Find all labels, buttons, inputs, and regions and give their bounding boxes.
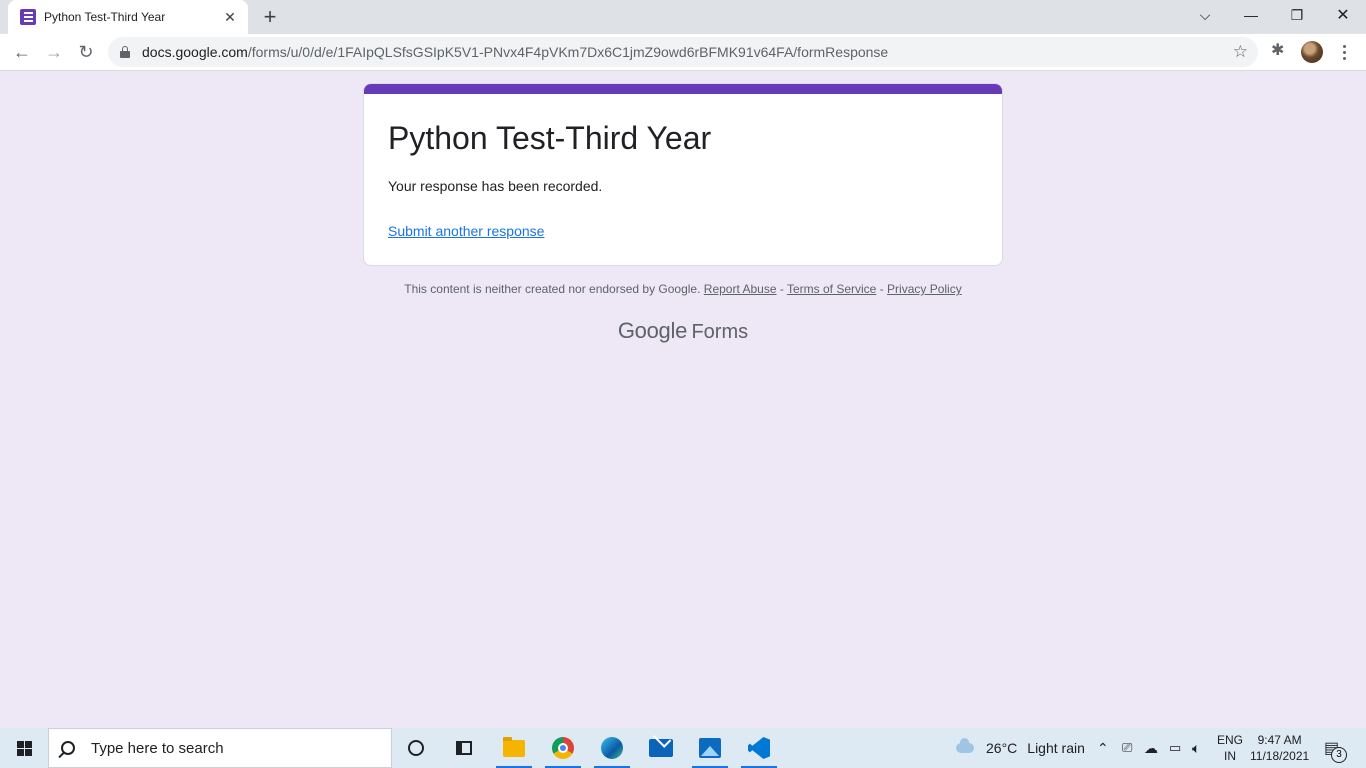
brand-forms: Forms <box>691 321 749 343</box>
privacy-policy-link[interactable]: Privacy Policy <box>887 282 962 296</box>
disclaimer-text: This content is neither created nor endo… <box>404 282 701 296</box>
task-view-icon <box>456 741 472 755</box>
forward-arrow-icon[interactable]: → <box>40 38 68 66</box>
browser-tab-active[interactable]: Python Test-Third Year ✕ <box>8 0 248 34</box>
report-abuse-link[interactable]: Report Abuse <box>704 282 777 296</box>
lang-secondary: IN <box>1224 749 1236 763</box>
clock-time: 9:47 AM <box>1257 733 1302 747</box>
search-icon <box>61 741 75 755</box>
task-view-button[interactable] <box>444 728 484 768</box>
url-text[interactable]: docs.google.com/forms/u/0/d/e/1FAIpQLSfs… <box>142 44 888 60</box>
windows-taskbar: Type here to search 26°C Light rain ⌃ ⎚ … <box>0 728 1366 768</box>
google-forms-icon <box>20 9 36 25</box>
edge-icon <box>601 737 623 759</box>
chrome-button[interactable] <box>543 728 583 768</box>
meet-now-icon[interactable]: ⎚ <box>1122 728 1132 768</box>
response-card: Python Test-Third Year Your response has… <box>363 83 1003 266</box>
rain-cloud-icon <box>956 738 974 753</box>
file-explorer-button[interactable] <box>494 728 534 768</box>
url-host: docs.google.com <box>142 44 248 60</box>
volume-icon[interactable]: 🔈︎ <box>1192 728 1200 768</box>
form-title: Python Test-Third Year <box>388 120 712 156</box>
google-forms-logo[interactable]: Google Forms <box>363 318 1003 344</box>
cortana-icon <box>408 740 424 756</box>
new-tab-button[interactable]: + <box>258 5 282 29</box>
battery-icon[interactable]: ▭ <box>1169 728 1181 768</box>
card-accent-bar <box>364 84 1002 94</box>
reload-icon[interactable]: ↻ <box>72 38 100 66</box>
photos-icon <box>699 738 721 758</box>
vscode-button[interactable] <box>739 728 779 768</box>
browser-toolbar: ← → ↻ docs.google.com/forms/u/0/d/e/1FAI… <box>0 34 1366 71</box>
taskbar-search-box[interactable]: Type here to search <box>48 728 392 768</box>
photos-button[interactable] <box>690 728 730 768</box>
footer-separator: - <box>879 282 884 296</box>
onedrive-cloud-icon[interactable]: ☁ <box>1144 728 1158 768</box>
tab-title: Python Test-Third Year <box>44 10 166 24</box>
tab-search-chevron-icon[interactable]: ⌵ <box>1182 0 1228 30</box>
minimize-button[interactable]: — <box>1228 0 1274 30</box>
lock-icon[interactable] <box>120 46 130 58</box>
clock[interactable]: 9:47 AM 11/18/2021 <box>1250 728 1309 768</box>
mail-icon <box>649 739 673 757</box>
confirmation-message: Your response has been recorded. <box>388 178 603 194</box>
back-arrow-icon[interactable]: ← <box>8 38 36 66</box>
show-hidden-icons-chevron-icon[interactable]: ⌃ <box>1097 728 1109 768</box>
extensions-puzzle-icon[interactable]: ✱ <box>1271 40 1284 60</box>
lang-primary: ENG <box>1217 733 1244 747</box>
start-button[interactable] <box>0 728 48 768</box>
chrome-icon <box>552 737 574 759</box>
brand-google: Google <box>617 318 688 343</box>
vscode-icon <box>748 737 770 759</box>
search-placeholder: Type here to search <box>91 739 224 757</box>
bookmark-star-icon[interactable]: ☆ <box>1233 42 1248 62</box>
url-path: /forms/u/0/d/e/1FAIpQLSfsGSIpK5V1-PNvx4F… <box>247 44 889 60</box>
edge-button[interactable] <box>592 728 632 768</box>
notification-count-badge: 3 <box>1331 747 1347 763</box>
weather-text: Light rain <box>1027 740 1085 756</box>
footer-disclaimer: This content is neither created nor endo… <box>363 282 1003 296</box>
cortana-button[interactable] <box>396 728 436 768</box>
windows-logo-icon <box>16 740 32 756</box>
clock-date: 11/18/2021 <box>1250 749 1310 763</box>
profile-avatar[interactable] <box>1301 41 1323 63</box>
weather-widget[interactable]: 26°C Light rain <box>956 728 1085 768</box>
close-window-button[interactable]: ✕ <box>1320 0 1366 30</box>
tab-close-icon[interactable]: ✕ <box>222 9 238 25</box>
input-language-indicator[interactable]: ENG IN <box>1217 728 1243 768</box>
file-explorer-icon <box>503 736 525 757</box>
footer-separator: - <box>779 282 784 296</box>
weather-temp: 26°C <box>986 740 1018 756</box>
restore-button[interactable]: ❐ <box>1274 0 1320 30</box>
tab-strip: Python Test-Third Year ✕ + ⌵ — ❐ ✕ <box>0 0 1366 34</box>
submit-another-response-link[interactable]: Submit another response <box>388 223 544 239</box>
browser-menu-icon[interactable] <box>1336 41 1352 63</box>
mail-button[interactable] <box>641 728 681 768</box>
terms-of-service-link[interactable]: Terms of Service <box>787 282 876 296</box>
address-bar[interactable]: docs.google.com/forms/u/0/d/e/1FAIpQLSfs… <box>108 37 1258 67</box>
